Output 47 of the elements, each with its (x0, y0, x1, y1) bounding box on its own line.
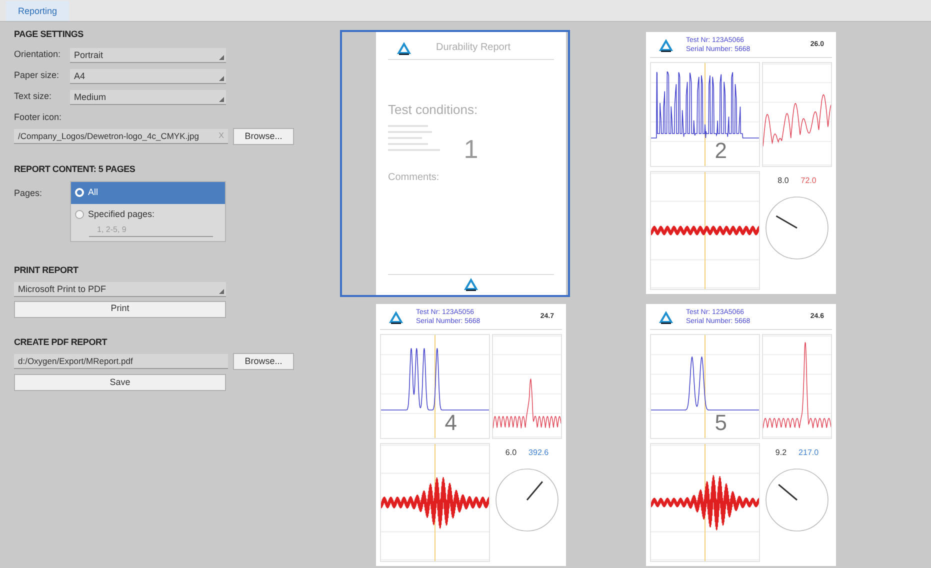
dropdown[interactable]: Portrait (70, 48, 226, 62)
field-label: Footer icon: (14, 110, 63, 124)
caret-icon (219, 288, 224, 294)
page-number: 2 (714, 140, 727, 162)
logo-icon (658, 38, 674, 52)
page-number: 1 (464, 136, 478, 162)
dropdown[interactable]: Microsoft Print to PDF (14, 282, 226, 296)
button[interactable]: Print (14, 300, 226, 318)
field-label: Text size: (14, 90, 53, 104)
button[interactable]: Save (14, 374, 226, 391)
section-heading: CREATE PDF REPORT (14, 336, 108, 348)
field-label: Orientation: (14, 48, 62, 62)
tab[interactable]: Reporting (6, 1, 70, 21)
value-reading: 6.0 (505, 447, 517, 459)
caret-icon (219, 76, 224, 80)
comments-label: Comments: (388, 170, 440, 184)
caret-icon (219, 96, 224, 102)
gauge-drawing (494, 467, 560, 533)
value-reading: 9.2 (775, 447, 787, 459)
caret-icon (219, 54, 224, 60)
page-number: 5 (714, 412, 727, 434)
section-heading: REPORT CONTENT: 5 PAGES (14, 163, 136, 176)
dropdown[interactable]: Medium (70, 90, 226, 104)
gauge-drawing (764, 195, 830, 261)
gauge-drawing (764, 467, 830, 533)
report-title: Durability Report (436, 41, 510, 55)
button[interactable]: Browse... (233, 128, 294, 145)
button[interactable]: Browse... (233, 353, 294, 370)
field-label: Pages: (14, 186, 44, 200)
logo-icon (463, 277, 479, 291)
section-heading: PAGE SETTINGS (14, 28, 84, 41)
section-title: Test conditions: (388, 101, 478, 119)
page-number: 4 (444, 412, 457, 434)
dropdown[interactable]: A4 (70, 68, 226, 84)
value-reading: 72.0 (800, 175, 816, 187)
pages-input[interactable]: 1, 2-5, 9 (89, 223, 213, 237)
section-heading: PRINT REPORT (14, 264, 80, 277)
path-field[interactable]: d:/Oxygen/Export/MReport.pdf (14, 354, 228, 369)
field-label: Paper size: (14, 69, 60, 82)
value-reading: 8.0 (778, 175, 789, 187)
value-reading: 217.0 (798, 447, 819, 459)
logo-icon (388, 310, 404, 324)
logo-icon (658, 310, 674, 324)
path-field[interactable]: /Company_Logos/Dewetron-logo_4c_CMYK.jpg X (14, 129, 228, 144)
value-reading: 392.6 (528, 447, 549, 459)
logo-icon (396, 40, 412, 54)
radio-option[interactable]: Specified pages: (75, 208, 221, 221)
